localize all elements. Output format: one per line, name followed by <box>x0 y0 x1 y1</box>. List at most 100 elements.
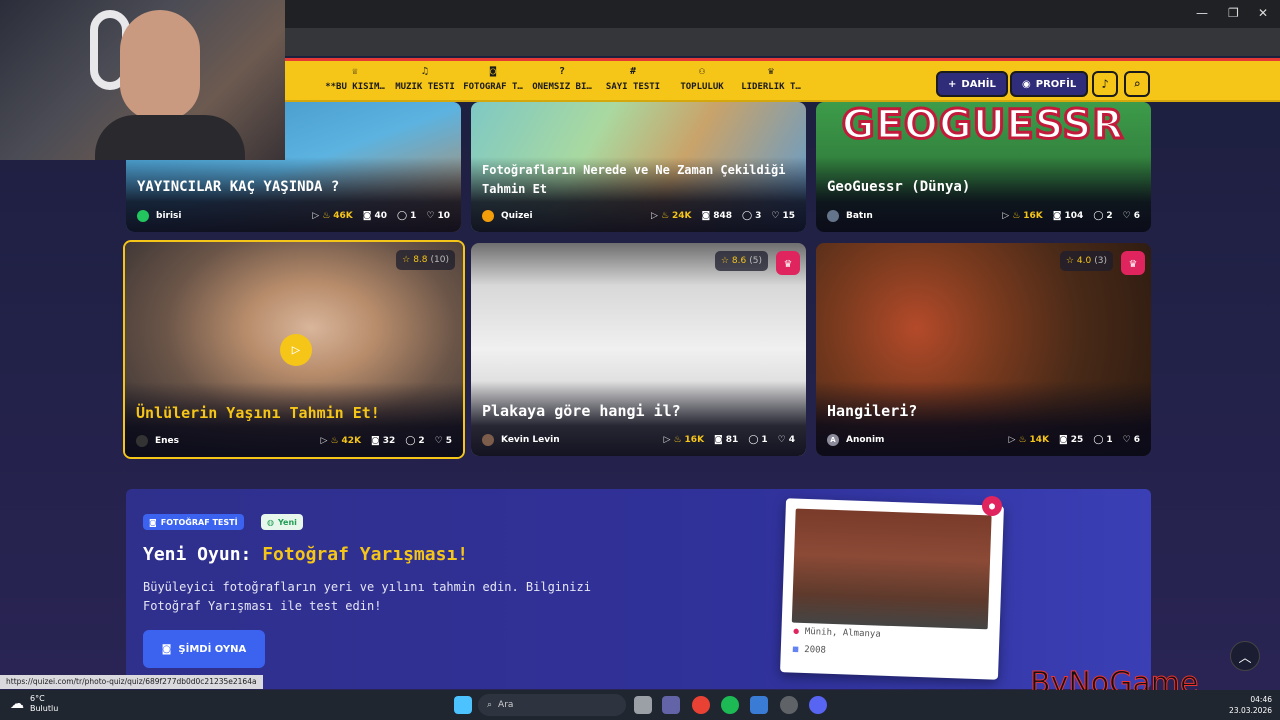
start-button[interactable] <box>454 696 472 714</box>
join-button[interactable]: + DAHİL <box>936 71 1008 97</box>
category-badge: ◙ FOTOĞRAF TESTİ <box>143 514 244 530</box>
steam-icon[interactable] <box>780 696 798 714</box>
chrome-icon[interactable] <box>692 696 710 714</box>
star-icon: ☆ <box>720 256 729 266</box>
maximize-button[interactable]: ❐ <box>1228 6 1239 20</box>
search-icon: ⌕ <box>1133 77 1141 91</box>
comment-icon: ◯ <box>1093 211 1104 221</box>
rating-badge: ☆ 4.0 (3) <box>1059 251 1113 271</box>
avatar <box>482 210 494 222</box>
card-title: Hangileri? <box>827 402 918 420</box>
quiz-card[interactable]: GEOGUESSR GeoGuessr (Dünya) Batın ▷ ♨ 16K … <box>816 102 1151 232</box>
card-author: birisi <box>156 211 182 221</box>
hash-icon: # <box>629 66 637 77</box>
play-now-button[interactable]: ◙ ŞİMDİ OYNA <box>143 630 265 668</box>
card-meta: Quizei ▷ ♨ 24K ◙ 848 ◯ 3 ♡ 15 <box>482 208 795 224</box>
photo-year: ▦ 2008 <box>792 644 827 656</box>
heart-icon: ♡ <box>777 435 786 445</box>
card-title: Ünlülerin Yaşını Tahmin Et! <box>136 404 380 422</box>
nav-item-community[interactable]: ⚇ TOPLULUK <box>662 65 742 92</box>
play-icon: ▷ <box>312 211 320 221</box>
photo-card: ● Münih, Almanya ▦ 2008 <box>780 498 1004 680</box>
card-author: Quizei <box>501 211 533 221</box>
photo-location: ● Münih, Almanya <box>793 626 881 640</box>
fire-icon: ♨ <box>660 211 670 221</box>
fire-icon: ♨ <box>1018 435 1027 445</box>
play-icon: ▷ <box>651 211 658 221</box>
star-icon: ☆ <box>1065 256 1074 266</box>
notifications-button[interactable]: ♪ <box>1092 71 1118 97</box>
camera-icon: ◙ <box>701 211 711 221</box>
quiz-card[interactable]: ☆ 8.6 (5) ♛ Plakaya göre hangi il? Kevin L… <box>471 243 806 456</box>
teams-icon[interactable] <box>662 696 680 714</box>
play-icon: ▷ <box>663 435 671 445</box>
camera-icon: ◙ <box>489 66 497 77</box>
card-title: GeoGuessr (Dünya) <box>827 179 971 195</box>
task-view-icon[interactable] <box>634 696 652 714</box>
weather-widget[interactable]: ☁ 6°C Bulutlu <box>10 694 58 714</box>
card-title: Fotoğrafların Nerede ve Ne Zaman Çekildi… <box>482 163 786 196</box>
card-author: Kevin Levin <box>501 435 560 445</box>
camera-icon: ◙ <box>1052 211 1062 221</box>
camera-icon: ◙ <box>1059 435 1068 445</box>
spotify-icon[interactable] <box>721 696 739 714</box>
fire-icon: ♨ <box>673 435 682 445</box>
map-pin-icon: ● <box>793 626 800 637</box>
rating-badge: ☆ 8.6 (5) <box>714 251 768 271</box>
quiz-card[interactable]: ☆ 8.8 (10) ▷ Ünlülerin Yaşını Tahmin Et! E… <box>123 240 465 459</box>
taskbar: ☁ 6°C Bulutlu ⌕ Ara 04:46 23.03.2026 <box>0 690 1280 720</box>
discord-icon[interactable] <box>809 696 827 714</box>
fire-icon: ♨ <box>1012 211 1021 221</box>
play-icon: ▷ <box>320 436 328 446</box>
trophy-icon: ♕ <box>351 66 359 77</box>
photo-preview <box>791 508 992 630</box>
cloud-icon: ☁ <box>10 696 24 712</box>
camera-icon: ◙ <box>161 643 172 655</box>
comment-icon: ◯ <box>405 436 416 446</box>
quiz-card[interactable]: Fotoğrafların Nerede ve Ne Zaman Çekildi… <box>471 102 806 232</box>
calendar-icon: ▦ <box>792 644 799 655</box>
nav-item-leaderboard[interactable]: ♛ LİDERLİK T… <box>731 65 811 92</box>
photos-icon[interactable] <box>750 696 768 714</box>
profile-button[interactable]: ◉ PROFİL <box>1010 71 1089 97</box>
avatar <box>136 435 148 447</box>
heart-icon: ♡ <box>426 211 435 221</box>
nav-item-trivia[interactable]: ? ÖNEMSİZ Bİ… <box>522 65 602 92</box>
chevron-up-icon: ︿ <box>1238 650 1252 666</box>
promo-description: Büyüleyici fotoğrafların yeri ve yılını … <box>143 580 591 613</box>
minimize-button[interactable]: — <box>1196 6 1208 20</box>
avatar: A <box>827 434 839 446</box>
nav-item-number-quiz[interactable]: # SAYI TESTİ <box>593 65 673 92</box>
play-button[interactable]: ▷ <box>280 334 312 366</box>
scroll-to-top-button[interactable]: ︿ <box>1230 641 1260 671</box>
avatar <box>137 210 149 222</box>
webcam-overlay <box>0 0 285 160</box>
quiz-card[interactable]: ☆ 4.0 (3) ♛ Hangileri? A Anonim ▷ ♨ 14K ◙ 25 ◯… <box>816 243 1151 456</box>
card-author: Anonim <box>846 435 885 445</box>
location-pin-icon: ● <box>982 496 1002 516</box>
camera-icon: ◙ <box>149 517 157 527</box>
heart-icon: ♡ <box>1122 435 1131 445</box>
search-button[interactable]: ⌕ <box>1124 71 1150 97</box>
nav-item-featured[interactable]: ♕ **BU KISIM… <box>315 65 395 92</box>
nav-item-photo-quiz[interactable]: ◙ FOTOĞRAF T… <box>453 65 533 92</box>
crown-icon: ♛ <box>1121 251 1145 275</box>
card-title: YAYINCILAR KAÇ YAŞINDA ? <box>137 179 340 195</box>
taskbar-search[interactable]: ⌕ Ara <box>478 694 626 716</box>
promo-title: Yeni Oyun: Fotoğraf Yarışması! <box>143 544 469 565</box>
clock[interactable]: 04:46 23.03.2026 <box>1229 694 1272 716</box>
comment-icon: ◯ <box>397 211 408 221</box>
user-circle-icon: ◉ <box>1022 78 1031 90</box>
comment-icon: ◯ <box>1093 435 1104 445</box>
heart-icon: ♡ <box>771 211 780 221</box>
fire-icon: ♨ <box>322 211 331 221</box>
geoguessr-logo: GEOGUESSR <box>840 102 1125 150</box>
question-icon: ? <box>558 66 566 77</box>
play-icon: ▷ <box>291 342 301 358</box>
close-button[interactable]: ✕ <box>1258 6 1268 20</box>
card-author: Batın <box>846 211 873 221</box>
heart-icon: ♡ <box>1122 211 1131 221</box>
play-icon: ▷ <box>1008 435 1016 445</box>
fire-icon: ♨ <box>330 436 339 446</box>
rating-badge: ☆ 8.8 (10) <box>396 250 455 270</box>
